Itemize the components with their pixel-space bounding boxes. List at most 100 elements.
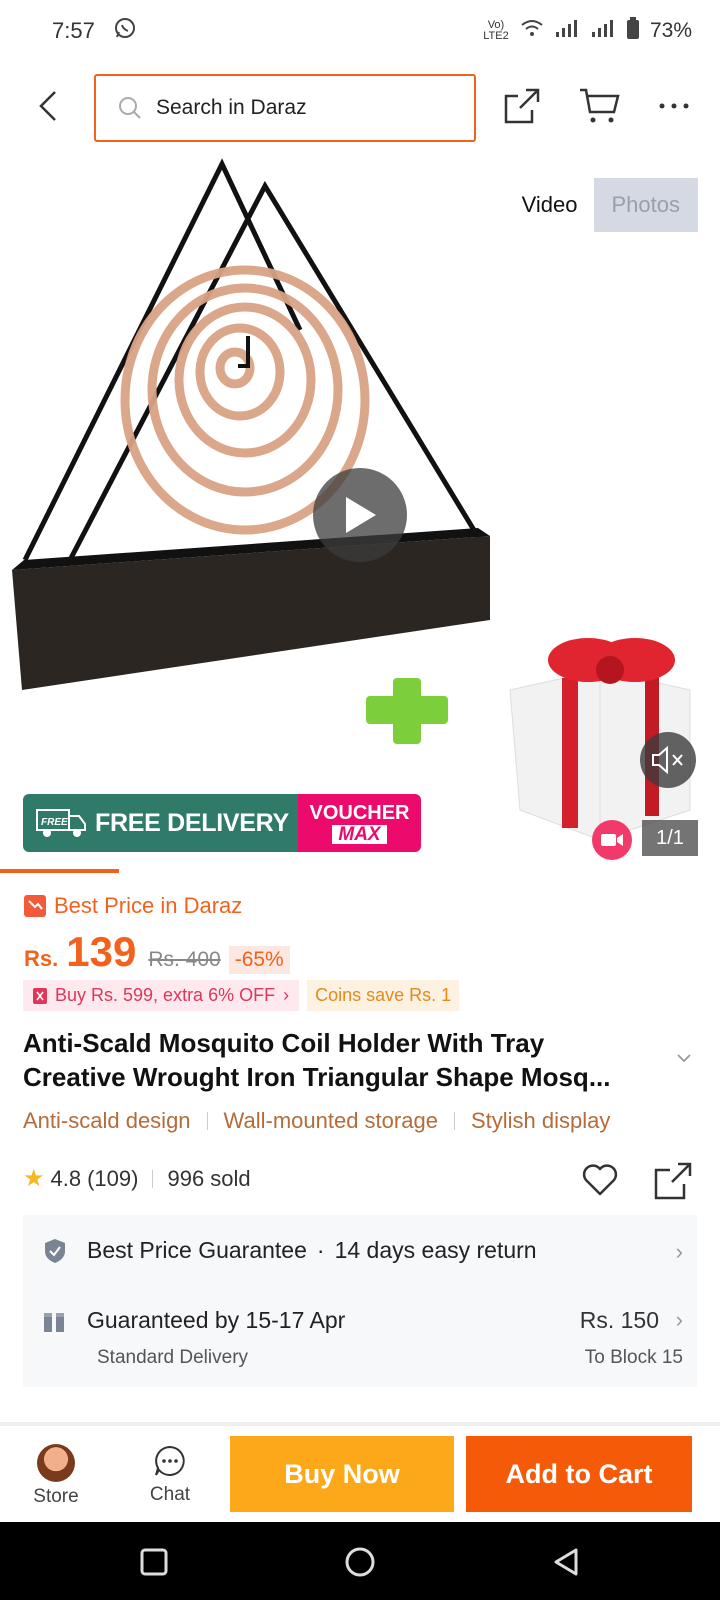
price-value: 139 (66, 928, 137, 975)
share-button[interactable] (502, 86, 542, 126)
play-icon (346, 497, 376, 533)
trend-down-icon (24, 895, 46, 917)
video-camera-icon (601, 834, 623, 846)
price-currency: Rs. (24, 946, 59, 971)
delivery-box-icon (44, 1313, 64, 1332)
chevron-right-icon: › (675, 1307, 683, 1332)
signal-icon (554, 18, 580, 44)
voucher-text: VOUCHER (309, 801, 410, 824)
chat-label: Chat (149, 1484, 191, 1505)
speaker-muted-icon (652, 745, 683, 775)
tab-photos[interactable]: Photos (593, 178, 698, 232)
battery-icon (626, 17, 640, 45)
top-nav (0, 72, 720, 142)
buy-more-tag[interactable]: Buy Rs. 599, extra 6% OFF › (23, 980, 300, 1011)
coins-tag[interactable]: Coins save Rs. 1 (307, 980, 460, 1011)
promo-tags: Buy Rs. 599, extra 6% OFF › Coins save R… (23, 980, 460, 1011)
delivery-type: Standard Delivery (97, 1347, 249, 1368)
rating-value: 4.8 (50, 1165, 82, 1191)
feature-separator (206, 1112, 208, 1130)
home-button[interactable] (340, 1542, 380, 1582)
free-badge-text: FREE (41, 817, 68, 828)
gallery-progress-fill (0, 869, 119, 873)
back-arrow-icon (39, 91, 56, 121)
wishlist-button[interactable] (580, 1160, 620, 1200)
rating-row[interactable]: ★ 4.8 (109) 996 sold (23, 1164, 251, 1193)
more-icon (659, 103, 689, 109)
sold-count: 996 sold (167, 1165, 251, 1191)
chat-button[interactable]: Chat (136, 1444, 204, 1506)
status-bar: 7:57 Vo) LTE2 73% (0, 0, 720, 62)
tab-video[interactable]: Video (506, 192, 594, 218)
media-tabs: Video Photos (506, 178, 698, 232)
promo-banner[interactable]: FREE FREE DELIVERY VOUCHER MAX (23, 794, 421, 852)
shield-check-icon (45, 1238, 65, 1263)
square-icon (140, 1548, 168, 1576)
store-button[interactable]: Store (22, 1444, 90, 1508)
store-avatar (37, 1444, 75, 1482)
whatsapp-icon (113, 16, 137, 46)
video-camera-button[interactable] (592, 820, 632, 860)
free-delivery-badge: FREE FREE DELIVERY (23, 794, 298, 852)
delivery-date: Guaranteed by 15-17 Apr (87, 1307, 346, 1333)
buy-more-text: Buy Rs. 599, extra 6% OFF (55, 985, 276, 1005)
back-button[interactable] (30, 88, 66, 124)
store-label: Store (33, 1486, 79, 1507)
add-to-cart-button[interactable]: Add to Cart (466, 1436, 692, 1512)
play-button[interactable] (313, 468, 407, 562)
chevron-right-icon: › (283, 985, 290, 1005)
more-button[interactable] (654, 88, 694, 124)
feature-3: Stylish display (470, 1108, 611, 1133)
signal-icon-2 (590, 18, 616, 44)
triangle-back-icon (554, 1548, 578, 1576)
chat-icon (155, 1445, 185, 1476)
rating-separator (152, 1169, 154, 1188)
battery-percent: 73% (649, 19, 692, 42)
best-price-label[interactable]: Best Price in Daraz (24, 893, 242, 919)
feature-2: Wall-mounted storage (223, 1108, 438, 1133)
product-title-line-2: Creative Wrought Iron Triangular Shape M… (23, 1062, 611, 1092)
voucher-max-text: MAX (332, 824, 387, 844)
guarantee-text: Best Price Guarantee (87, 1237, 307, 1263)
original-price: Rs. 400 (148, 948, 221, 971)
discount-badge: -65% (228, 946, 290, 974)
search-icon (119, 97, 141, 119)
cart-button[interactable] (578, 86, 620, 126)
gallery-progress (0, 869, 720, 873)
chevron-right-icon: › (675, 1239, 683, 1264)
chevron-down-icon (677, 1054, 691, 1063)
voucher-icon (33, 987, 47, 1004)
feature-highlights: Anti-scald design Wall-mounted storage S… (23, 1108, 610, 1134)
product-title[interactable]: Anti-Scald Mosquito Coil Holder With Tra… (23, 1026, 663, 1094)
star-icon: ★ (23, 1165, 45, 1192)
review-count: (109) (87, 1165, 139, 1191)
delivery-location: To Block 15 (584, 1347, 683, 1368)
back-nav-button[interactable] (546, 1542, 586, 1582)
heart-icon (582, 1164, 618, 1196)
services-panel: Best Price Guarantee · 14 days easy retu… (23, 1215, 697, 1387)
share-icon (504, 88, 540, 124)
bottom-action-bar: Store Chat Buy Now Add to Cart (0, 1426, 720, 1522)
guarantee-row[interactable]: Best Price Guarantee · 14 days easy retu… (43, 1237, 683, 1264)
product-title-line-1: Anti-Scald Mosquito Coil Holder With Tra… (23, 1028, 545, 1058)
free-delivery-text: FREE DELIVERY (95, 808, 289, 837)
recent-apps-button[interactable] (134, 1542, 174, 1582)
network-label: Vo) LTE2 (483, 19, 509, 42)
delivery-price: Rs. 150 (579, 1307, 659, 1333)
wifi-icon (520, 18, 544, 44)
best-price-text: Best Price in Daraz (54, 893, 243, 918)
status-time: 7:57 (52, 18, 95, 43)
buy-now-button[interactable]: Buy Now (230, 1436, 454, 1512)
feature-1: Anti-scald design (23, 1108, 191, 1133)
expand-title-button[interactable] (676, 1050, 692, 1068)
image-counter: 1/1 (642, 820, 698, 856)
feature-separator (453, 1112, 455, 1130)
search-box[interactable] (94, 74, 476, 142)
share-product-button[interactable] (652, 1160, 694, 1202)
cart-icon (580, 88, 620, 123)
circle-icon (345, 1547, 375, 1577)
price-row: Rs. 139 Rs. 400 -65% (24, 928, 290, 976)
mute-button[interactable] (640, 732, 696, 788)
product-gallery[interactable]: Video Photos 1/1 FREE FREE DELIVERY VOUC… (0, 150, 720, 860)
search-input[interactable] (156, 96, 446, 120)
